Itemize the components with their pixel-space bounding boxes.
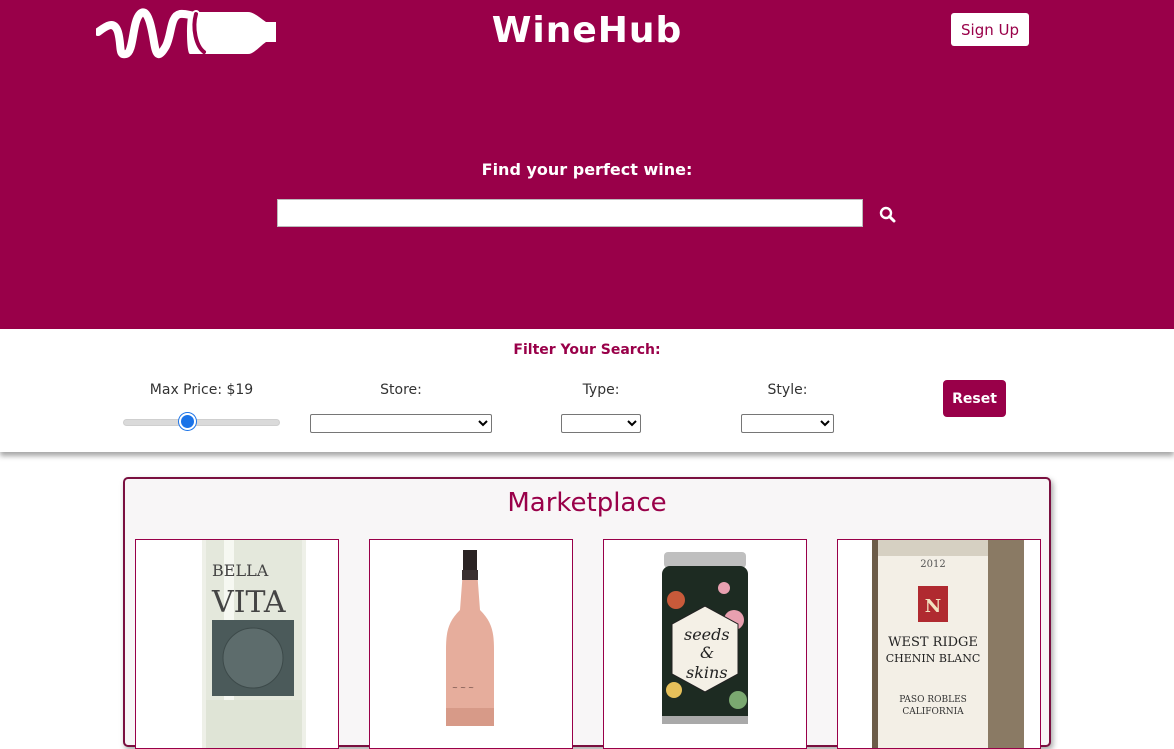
svg-text:~ ~ ~: ~ ~ ~ — [452, 684, 474, 692]
max-price-label: Max Price: $19 — [149, 382, 254, 398]
marketplace-section: Marketplace BELLA VITA ~ ~ ~ seeds & ski… — [123, 477, 1051, 749]
type-label: Type: — [582, 382, 620, 398]
type-select[interactable] — [561, 414, 641, 433]
chevron-down-icon — [820, 420, 830, 427]
product-card[interactable]: seeds & skins — [603, 539, 807, 749]
marketplace-title: Marketplace — [507, 488, 667, 518]
product-label-text: 2012 — [920, 559, 945, 570]
store-label: Store: — [380, 382, 422, 398]
store-select[interactable] — [310, 414, 492, 433]
chenin-blanc-bottle-image[interactable]: 2012 N WEST RIDGE CHENIN BLANC PASO ROBL… — [838, 540, 1040, 748]
hero-banner: WineHub Sign Up Find your perfect wine: — [0, 0, 1174, 329]
slider-thumb[interactable] — [179, 413, 196, 430]
chevron-down-icon — [478, 420, 488, 427]
product-label-text: WEST RIDGE — [888, 635, 978, 650]
filter-panel: Filter Your Search: Max Price: $19 Store… — [0, 329, 1174, 452]
product-card[interactable]: ~ ~ ~ — [369, 539, 573, 749]
style-select[interactable] — [741, 414, 834, 433]
chevron-down-icon — [627, 420, 637, 427]
product-label-text: seeds — [684, 625, 730, 644]
rose-wine-bottle-image[interactable]: ~ ~ ~ — [370, 540, 572, 748]
style-label: Style: — [767, 382, 808, 398]
white-wine-bottle-image[interactable]: BELLA VITA — [136, 540, 338, 748]
product-label-text: skins — [686, 663, 728, 682]
sign-up-button[interactable]: Sign Up — [951, 13, 1029, 46]
product-card[interactable]: 2012 N WEST RIDGE CHENIN BLANC PASO ROBL… — [837, 539, 1041, 749]
wine-can-image[interactable]: seeds & skins — [604, 540, 806, 748]
product-label-text: BELLA — [212, 561, 269, 580]
max-price-slider[interactable] — [123, 413, 280, 431]
product-card[interactable]: BELLA VITA — [135, 539, 339, 749]
filter-title: Filter Your Search: — [513, 342, 661, 358]
product-label-text: CALIFORNIA — [902, 707, 964, 717]
slider-track[interactable] — [123, 419, 280, 426]
product-label-text: & — [700, 643, 714, 662]
product-label-text: VITA — [211, 585, 286, 620]
reset-button[interactable]: Reset — [943, 380, 1006, 417]
search-input[interactable] — [277, 199, 863, 227]
search-heading: Find your perfect wine: — [481, 160, 693, 179]
svg-text:N: N — [925, 596, 941, 617]
product-label-text: PASO ROBLES — [899, 695, 967, 705]
product-label-text: CHENIN BLANC — [886, 652, 981, 665]
search-icon[interactable] — [874, 201, 900, 227]
